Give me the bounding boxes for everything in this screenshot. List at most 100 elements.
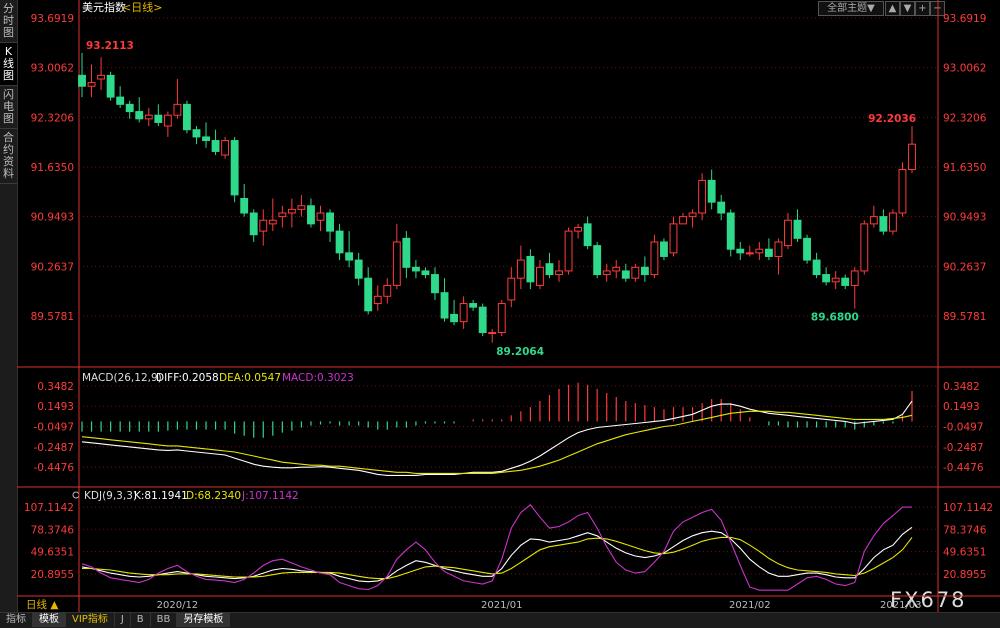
candle-body: [803, 237, 811, 261]
tab-indicators[interactable]: 指标: [0, 613, 33, 627]
candle-body: [612, 266, 621, 272]
candle-body: [698, 179, 707, 214]
y-tick-label-right: 20.8955: [943, 569, 986, 581]
candle-body: [230, 140, 239, 196]
candle-body: [163, 114, 172, 127]
candle-body: [373, 295, 382, 305]
candle-body: [650, 241, 659, 276]
y-tick-label-left: 78.3746: [31, 524, 75, 536]
x-tick-label: 2020/12: [157, 600, 199, 611]
x-tick-label: 2021/01: [481, 600, 523, 611]
tab-b[interactable]: B: [131, 613, 151, 627]
y-tick-label-left: 20.8955: [31, 569, 74, 581]
candle-body: [287, 208, 296, 214]
candle-body: [669, 223, 678, 254]
candle-body: [679, 216, 687, 225]
macd-dea-legend: DEA:0.0547: [219, 372, 281, 384]
candle-body: [459, 303, 468, 323]
candle-body: [822, 274, 831, 283]
y-tick-label-left: 91.6350: [31, 162, 74, 174]
y-tick-label-right: 89.5781: [943, 311, 986, 323]
y-tick-label-right: 90.2637: [943, 261, 986, 273]
candle-body: [326, 212, 334, 232]
candle-body: [240, 198, 249, 214]
y-tick-label-right: 93.0062: [943, 63, 986, 75]
candle-body: [421, 270, 430, 276]
tab-save-template[interactable]: 另存模板: [177, 613, 231, 627]
tab-template[interactable]: 模板: [33, 613, 66, 627]
candle-body: [755, 248, 764, 254]
y-tick-label-right: 93.6919: [943, 13, 986, 25]
tab-vip-indicators[interactable]: VIP指标: [66, 613, 115, 627]
macd-dea-line: [81, 410, 913, 474]
kdj-title: KDJ(9,3,3): [84, 490, 137, 502]
kdj-d-legend: D:68.2340: [186, 490, 241, 502]
candle-body: [574, 226, 583, 232]
price-annotation: 92.2036: [868, 113, 916, 125]
y-tick-label-right: 91.6350: [943, 162, 986, 174]
candle-body: [135, 111, 144, 120]
candle-body: [87, 82, 96, 87]
y-tick-label-right: -0.2487: [943, 442, 984, 454]
price-annotation: 93.2113: [86, 40, 134, 52]
candle-body: [526, 255, 535, 283]
candle-body: [593, 245, 602, 276]
candle-body: [898, 169, 907, 214]
candle-body: [860, 223, 869, 272]
candle-body: [106, 74, 115, 98]
candle-body: [192, 129, 201, 138]
candle-body: [402, 237, 411, 268]
candle-body: [221, 140, 230, 156]
candle-body: [507, 277, 516, 301]
candle-body: [564, 230, 573, 272]
candle-body: [908, 143, 916, 171]
candle-body: [354, 259, 363, 279]
tab-bb[interactable]: BB: [151, 613, 178, 627]
candle-body: [249, 212, 258, 236]
candle-body: [478, 306, 487, 334]
candle-body: [888, 212, 897, 232]
tab-j[interactable]: J: [115, 613, 131, 627]
y-tick-label-right: 49.6351: [943, 547, 986, 559]
candle-body: [869, 216, 878, 225]
candle-body: [431, 274, 439, 294]
y-tick-label-left: 90.2637: [31, 261, 74, 273]
candle-body: [307, 205, 315, 225]
macd-diff-legend: DIFF:0.2058: [156, 372, 219, 384]
candle-body: [383, 284, 392, 297]
candle-body: [450, 313, 459, 323]
x-tick-label: 2021/02: [729, 600, 771, 611]
y-tick-label-left: 90.9493: [31, 212, 74, 224]
price-annotation: 89.2064: [496, 346, 544, 358]
y-tick-label-right: -0.4476: [943, 462, 984, 474]
candle-body: [688, 212, 697, 218]
y-tick-label-left: -0.4476: [33, 462, 74, 474]
candle-body: [621, 270, 630, 279]
candle-body: [535, 266, 544, 286]
candle-body: [125, 103, 134, 113]
candle-body: [879, 216, 888, 232]
candle-body: [583, 223, 592, 247]
candle-body: [774, 241, 783, 257]
candle-body: [97, 74, 106, 80]
candle-body: [764, 248, 773, 257]
candle-body: [154, 114, 163, 123]
candle-body: [335, 230, 344, 254]
candle-body: [297, 205, 306, 210]
candle-body: [278, 212, 287, 218]
x-tick-label: 2021/03: [880, 600, 922, 611]
candle-body: [602, 270, 611, 276]
kdj-j-line: [81, 504, 912, 591]
chart-title: 美元指数: [82, 0, 126, 14]
candle-body: [183, 103, 191, 131]
kdj-settings-icon[interactable]: [72, 491, 80, 499]
macd-macd-legend: MACD:0.3023: [282, 372, 354, 384]
chart-canvas[interactable]: 美元指数 <日线> MACD(26,12,9) DIFF:0.2058 DEA:…: [0, 0, 1000, 612]
bottom-toolbar: 指标 模板 VIP指标 J B BB 另存模板: [0, 612, 1000, 628]
period-button[interactable]: 日线 ▲: [26, 598, 59, 611]
candle-body: [259, 219, 268, 232]
candle-body: [784, 219, 792, 247]
candle-body: [488, 332, 497, 335]
price-annotation: 89.6800: [811, 312, 859, 324]
candle-body: [555, 270, 563, 276]
